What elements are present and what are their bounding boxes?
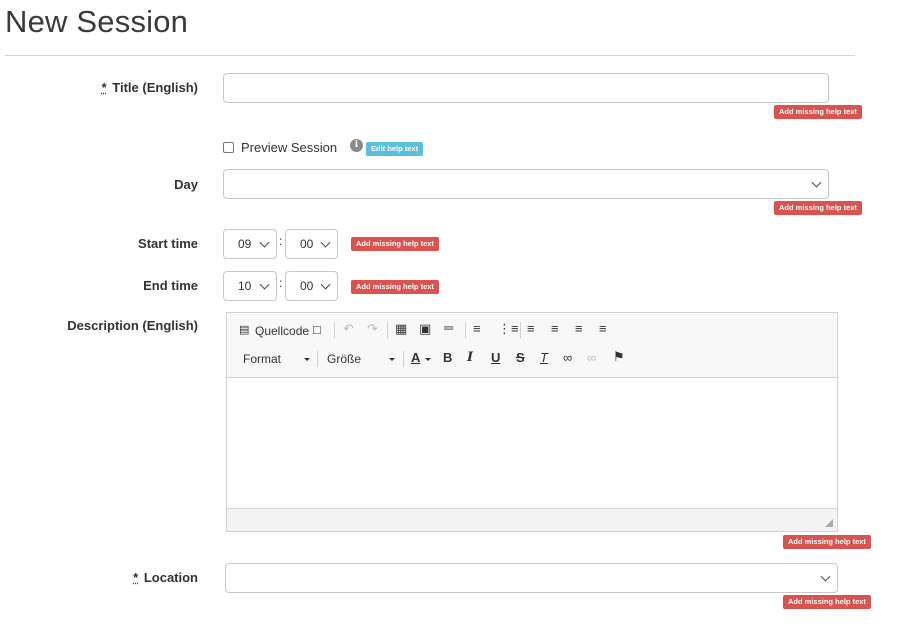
end-minute-value: 00 — [300, 279, 314, 293]
justify-icon[interactable]: ≡ — [599, 321, 607, 336]
chevron-down-icon[interactable] — [304, 358, 310, 361]
align-center-icon[interactable]: ≡ — [551, 321, 559, 336]
toolbar-separator — [317, 351, 318, 367]
required-marker: * — [101, 80, 107, 95]
title-divider — [5, 55, 855, 56]
required-marker: * — [133, 570, 139, 585]
time-separator: : — [279, 234, 283, 248]
end-hour-value: 10 — [238, 279, 252, 293]
location-label: * Location — [0, 570, 198, 585]
page-title: New Session — [5, 4, 189, 39]
location-label-text: Location — [143, 570, 198, 585]
preview-session-label: Preview Session — [241, 140, 338, 155]
source-icon[interactable]: ▤ — [239, 323, 249, 336]
bold-icon[interactable]: B — [443, 350, 452, 365]
start-minute-value: 00 — [300, 237, 314, 251]
link-icon[interactable]: ∞ — [563, 350, 572, 365]
preview-icon[interactable]: □ — [313, 322, 321, 337]
rich-text-editor: ▤ Quellcode □ ↶ ↷ ▦ ▣ ═ ≡ ⋮≡ ≡ ≡ ≡ ≡ For… — [226, 312, 838, 532]
size-combo[interactable]: Größe — [327, 352, 361, 366]
chevron-down-icon — [259, 279, 270, 290]
chevron-down-icon — [320, 237, 331, 248]
end-minute-select[interactable]: 00 — [285, 271, 338, 301]
start-time-label: Start time — [138, 236, 198, 251]
toolbar-separator — [387, 322, 388, 338]
add-help-text-button[interactable]: Add missing help text — [351, 280, 439, 294]
underline-icon[interactable]: U — [491, 350, 500, 365]
chevron-down-icon — [820, 571, 831, 582]
add-help-text-button[interactable]: Add missing help text — [774, 201, 862, 215]
edit-help-text-button[interactable]: Edit help text — [366, 142, 424, 156]
image-icon[interactable]: ▣ — [419, 321, 431, 337]
add-help-text-button[interactable]: Add missing help text — [351, 237, 439, 251]
redo-icon[interactable]: ↷ — [367, 321, 378, 337]
remove-format-icon[interactable]: T — [540, 350, 548, 365]
italic-icon[interactable]: I — [467, 350, 473, 365]
text-color-icon[interactable]: A — [411, 350, 420, 365]
unlink-icon[interactable]: ∞ — [587, 350, 596, 365]
chevron-down-icon[interactable] — [389, 358, 395, 361]
description-label: Description (English) — [67, 318, 198, 333]
day-select[interactable] — [223, 169, 829, 199]
day-label: Day — [174, 177, 198, 192]
toolbar-separator — [465, 322, 466, 338]
numbered-list-icon[interactable]: ≡ — [473, 321, 481, 336]
align-right-icon[interactable]: ≡ — [575, 321, 583, 336]
chevron-down-icon — [320, 279, 331, 290]
editor-content-area[interactable] — [227, 377, 837, 509]
table-icon[interactable]: ▦ — [395, 321, 407, 337]
add-help-text-button[interactable]: Add missing help text — [783, 595, 871, 609]
chevron-down-icon — [259, 237, 270, 248]
source-button[interactable]: Quellcode — [255, 324, 309, 338]
editor-toolbar: ▤ Quellcode □ ↶ ↷ ▦ ▣ ═ ≡ ⋮≡ ≡ ≡ ≡ ≡ For… — [227, 313, 837, 378]
strikethrough-icon[interactable]: S — [516, 350, 525, 365]
bullet-list-icon[interactable]: ⋮≡ — [498, 321, 519, 337]
add-help-text-button[interactable]: Add missing help text — [774, 105, 862, 119]
undo-icon[interactable]: ↶ — [343, 321, 354, 337]
add-help-text-button[interactable]: Add missing help text — [783, 535, 871, 549]
toolbar-separator — [334, 322, 335, 338]
align-left-icon[interactable]: ≡ — [527, 321, 535, 336]
title-label-text: Title (English) — [112, 80, 198, 95]
chevron-down-icon[interactable] — [425, 358, 431, 361]
preview-session-checkbox[interactable] — [223, 142, 234, 153]
toolbar-separator — [403, 351, 404, 367]
end-time-label: End time — [143, 278, 198, 293]
location-select[interactable] — [225, 563, 838, 593]
end-hour-select[interactable]: 10 — [223, 271, 277, 301]
toolbar-separator — [520, 322, 521, 338]
chevron-down-icon — [811, 177, 822, 188]
info-icon: i — [350, 139, 363, 152]
title-input[interactable] — [223, 73, 829, 103]
start-minute-select[interactable]: 00 — [285, 229, 338, 259]
time-separator: : — [279, 276, 283, 290]
format-combo[interactable]: Format — [243, 352, 281, 366]
anchor-icon[interactable]: ⚑ — [613, 349, 625, 365]
resize-handle-icon[interactable] — [825, 519, 833, 527]
horizontal-line-icon[interactable]: ═ — [444, 320, 453, 335]
start-hour-select[interactable]: 09 — [223, 229, 277, 259]
start-hour-value: 09 — [238, 237, 252, 251]
title-label: * Title (English) — [0, 80, 198, 95]
editor-statusbar — [227, 508, 837, 531]
